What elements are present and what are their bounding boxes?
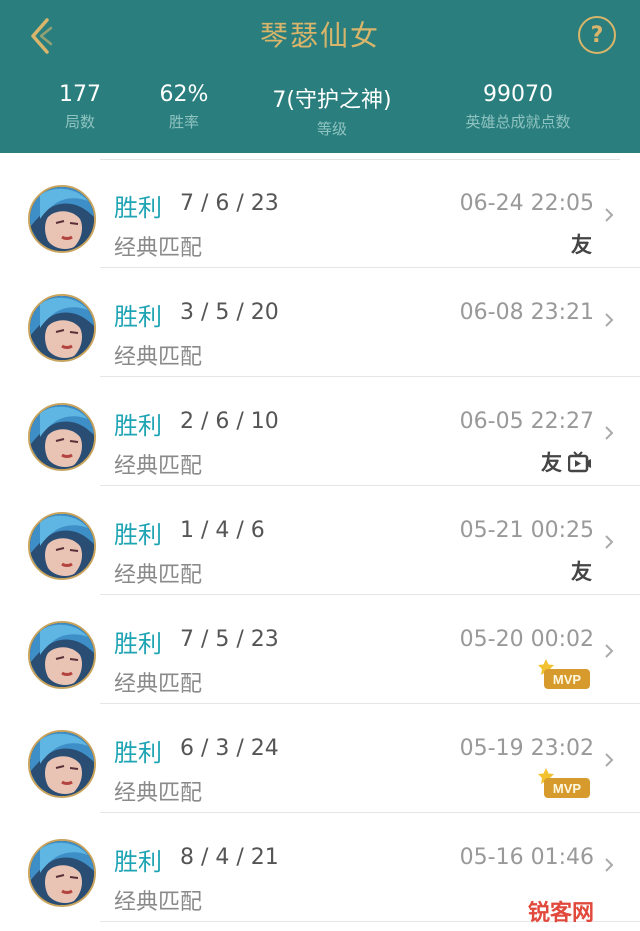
hero-avatar (28, 403, 96, 471)
match-kda: 7 / 5 / 23 (180, 627, 279, 652)
match-result: 胜利 (114, 412, 162, 440)
hero-avatar (28, 730, 96, 798)
match-row[interactable]: 胜利 3 / 5 / 20 经典匹配 06-08 23:21 (0, 268, 640, 377)
help-button[interactable]: ? (578, 16, 616, 54)
stat-value: 99070 (482, 82, 553, 107)
match-kda: 8 / 4 / 21 (180, 845, 279, 870)
match-tags: 友 (541, 447, 592, 477)
stat-level: 7(守护之神) 等级 (272, 82, 391, 139)
match-time: 06-08 23:21 (459, 300, 594, 325)
hero-avatar (28, 621, 96, 689)
stat-label: 英雄总成就点数 (465, 113, 571, 131)
match-mode: 经典匹配 (114, 345, 203, 370)
hero-avatar (28, 185, 96, 253)
match-row[interactable]: 胜利 7 / 6 / 23 经典匹配 06-24 22:05 友 (0, 159, 640, 268)
match-list: 胜利 7 / 6 / 23 经典匹配 06-24 22:05 友 胜利 3 / … (0, 153, 640, 931)
mvp-label: MVP (553, 672, 582, 687)
hero-avatar (28, 294, 96, 362)
match-time: 05-21 00:25 (459, 518, 594, 543)
app-header: 琴瑟仙女 ? 177 局数 62% 胜率 7(守护之神) 等级 99070 英雄… (0, 0, 640, 153)
friend-tag: 友 (541, 451, 562, 475)
match-result: 胜利 (114, 630, 162, 658)
stats-bar: 177 局数 62% 胜率 7(守护之神) 等级 99070 英雄总成就点数 (0, 82, 640, 142)
hero-avatar-image (30, 623, 94, 687)
chevron-right-icon (605, 426, 614, 440)
match-kda: 6 / 3 / 24 (180, 736, 279, 761)
match-result: 胜利 (114, 194, 162, 222)
match-row[interactable]: 胜利 1 / 4 / 6 经典匹配 05-21 00:25 友 (0, 486, 640, 595)
match-mode: 经典匹配 (114, 672, 203, 697)
match-result: 胜利 (114, 848, 162, 876)
match-mode: 经典匹配 (114, 890, 203, 915)
hero-avatar (28, 512, 96, 580)
chevron-right-icon (605, 535, 614, 549)
chevron-right-icon (605, 753, 614, 767)
stat-value: 177 (59, 82, 101, 107)
match-time: 06-05 22:27 (459, 409, 594, 434)
friend-tag: 友 (571, 560, 592, 584)
match-tags: 友 (571, 229, 592, 259)
chevron-right-icon (605, 208, 614, 222)
mvp-label: MVP (553, 781, 582, 796)
stat-label: 局数 (64, 113, 95, 131)
chevron-right-icon (605, 858, 614, 872)
match-kda: 2 / 6 / 10 (180, 409, 279, 434)
stat-value: 62% (159, 82, 209, 107)
match-time: 05-19 23:02 (459, 736, 594, 761)
match-time: 06-24 22:05 (459, 191, 594, 216)
match-kda: 1 / 4 / 6 (180, 518, 265, 543)
match-result: 胜利 (114, 521, 162, 549)
match-mode: 经典匹配 (114, 236, 203, 261)
chevron-right-icon (605, 644, 614, 658)
hero-avatar-image (30, 732, 94, 796)
match-mode: 经典匹配 (114, 781, 203, 806)
match-row[interactable]: 胜利 6 / 3 / 24 经典匹配 05-19 23:02 MVP (0, 704, 640, 813)
match-row[interactable]: 胜利 7 / 5 / 23 经典匹配 05-20 00:02 MVP (0, 595, 640, 704)
match-row[interactable]: 胜利 2 / 6 / 10 经典匹配 06-05 22:27 友 (0, 377, 640, 486)
match-kda: 3 / 5 / 20 (180, 300, 279, 325)
hero-avatar-image (30, 841, 94, 905)
mvp-badge: MVP (538, 768, 590, 798)
stat-games: 177 局数 (59, 82, 101, 132)
stat-value: 7(守护之神) (272, 88, 392, 113)
match-result: 胜利 (114, 739, 162, 767)
chevron-right-icon (605, 313, 614, 327)
video-replay-icon (568, 451, 591, 473)
match-mode: 经典匹配 (114, 454, 203, 479)
hero-avatar-image (30, 187, 94, 251)
stat-achievement-points: 99070 英雄总成就点数 (465, 82, 570, 132)
match-time: 05-16 01:46 (459, 845, 594, 870)
hero-avatar-image (30, 405, 94, 469)
match-mode: 经典匹配 (114, 563, 203, 588)
stat-winrate: 62% 胜率 (160, 82, 209, 132)
watermark-text: 锐客网 (528, 901, 595, 926)
match-tags: 友 (571, 556, 592, 586)
mvp-badge: MVP (538, 659, 590, 689)
stat-label: 等级 (316, 120, 348, 138)
match-kda: 7 / 6 / 23 (180, 191, 279, 216)
hero-avatar (28, 839, 96, 907)
page-title: 琴瑟仙女 (259, 19, 380, 52)
help-icon: ? (590, 22, 604, 48)
stat-label: 胜率 (168, 113, 199, 131)
hero-avatar-image (30, 296, 94, 360)
hero-avatar-image (30, 514, 94, 578)
match-time: 05-20 00:02 (459, 627, 594, 652)
friend-tag: 友 (571, 233, 592, 257)
match-result: 胜利 (114, 303, 162, 331)
watermark: 锐客网 (508, 893, 638, 929)
